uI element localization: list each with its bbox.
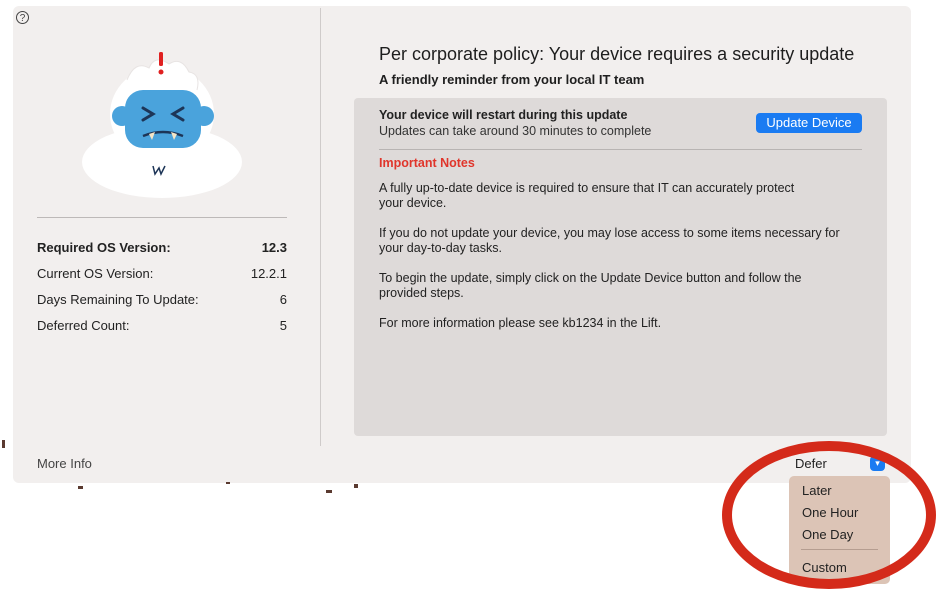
days-remaining-label: Days Remaining To Update: bbox=[37, 291, 199, 307]
note-line: provided steps. bbox=[379, 286, 464, 300]
days-remaining-value: 6 bbox=[279, 291, 287, 307]
sidebar-divider bbox=[37, 217, 287, 218]
note-line: For more information please see kb1234 i… bbox=[379, 316, 662, 330]
days-remaining-row: Days Remaining To Update: 6 bbox=[37, 289, 287, 309]
note-line: your day-to-day tasks. bbox=[379, 241, 502, 255]
current-os-label: Current OS Version: bbox=[37, 265, 154, 281]
update-device-button[interactable]: Update Device bbox=[756, 113, 862, 133]
nudge-window: ? Required OS Version: 12.3 Current OS V… bbox=[13, 6, 911, 483]
panel-divider bbox=[379, 149, 862, 150]
red-circle-annotation bbox=[722, 441, 936, 589]
background-speck bbox=[326, 490, 332, 493]
background-speck bbox=[2, 440, 5, 448]
restart-subtitle: Updates can take around 30 minutes to co… bbox=[379, 124, 652, 138]
important-notes-heading: Important Notes bbox=[379, 156, 475, 170]
background-speck bbox=[354, 484, 358, 488]
help-icon[interactable]: ? bbox=[16, 11, 29, 24]
required-os-label: Required OS Version: bbox=[37, 239, 171, 255]
note-paragraph: For more information please see kb1234 i… bbox=[379, 316, 859, 331]
yeti-mascot-icon bbox=[82, 52, 242, 198]
deferred-count-value: 5 bbox=[279, 317, 287, 333]
deferred-count-label: Deferred Count: bbox=[37, 317, 130, 333]
restart-title: Your device will restart during this upd… bbox=[379, 108, 628, 122]
note-line: To begin the update, simply click on the… bbox=[379, 271, 802, 285]
background-speck bbox=[78, 486, 83, 489]
note-line: your device. bbox=[379, 196, 447, 210]
current-os-row: Current OS Version: 12.2.1 bbox=[37, 263, 287, 283]
vertical-divider bbox=[320, 8, 321, 446]
note-paragraph: A fully up-to-date device is required to… bbox=[379, 181, 859, 211]
deferred-count-row: Deferred Count: 5 bbox=[37, 315, 287, 335]
note-paragraph: To begin the update, simply click on the… bbox=[379, 271, 859, 301]
required-os-row: Required OS Version: 12.3 bbox=[37, 237, 287, 257]
background-speck bbox=[226, 482, 230, 484]
page-title: Per corporate policy: Your device requir… bbox=[379, 44, 855, 64]
update-panel: Your device will restart during this upd… bbox=[354, 98, 887, 436]
more-info-button[interactable]: More Info bbox=[37, 456, 92, 471]
required-os-value: 12.3 bbox=[261, 239, 287, 255]
note-line: If you do not update your device, you ma… bbox=[379, 226, 840, 240]
current-os-value: 12.2.1 bbox=[250, 265, 287, 281]
note-paragraph: If you do not update your device, you ma… bbox=[379, 226, 859, 256]
page-subtitle: A friendly reminder from your local IT t… bbox=[379, 72, 645, 87]
note-line: A fully up-to-date device is required to… bbox=[379, 181, 795, 195]
